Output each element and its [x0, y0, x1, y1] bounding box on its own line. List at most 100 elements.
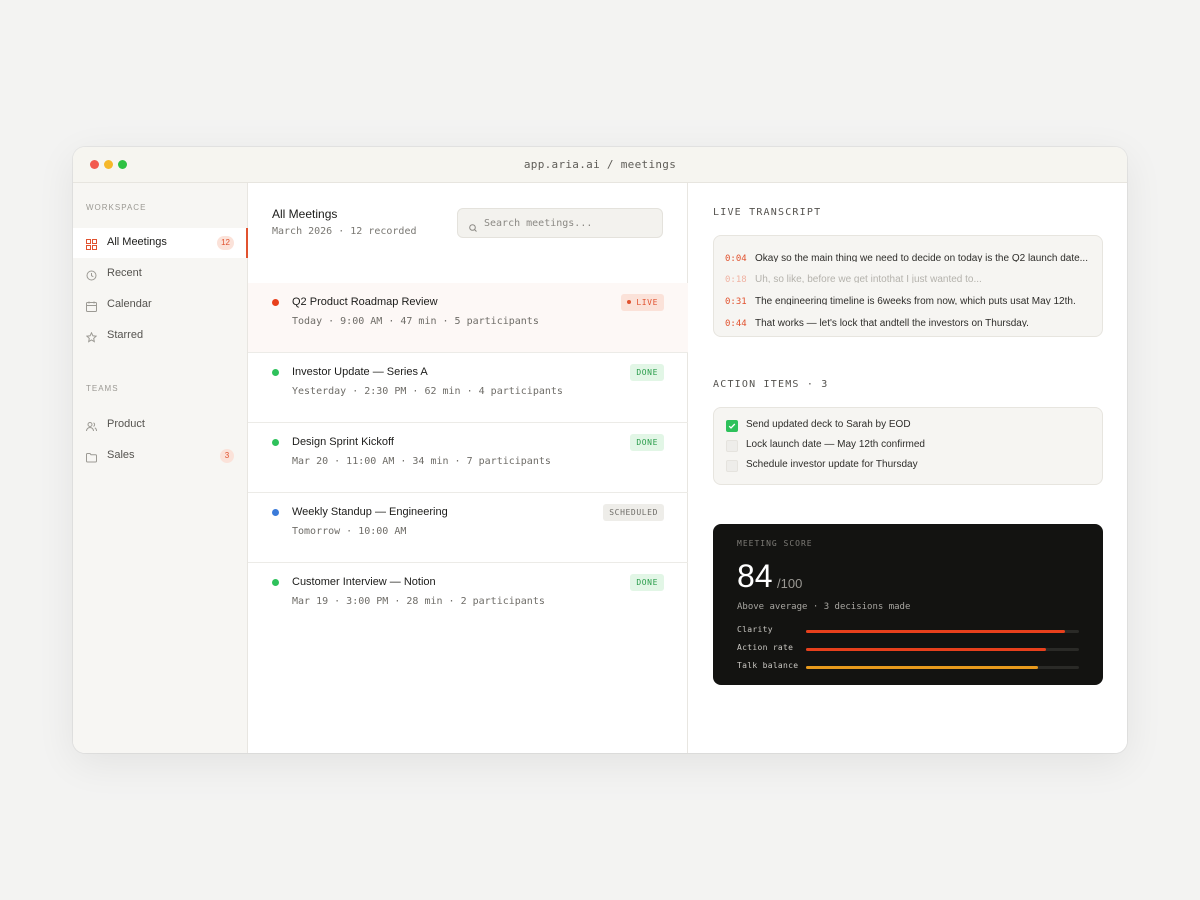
transcript-timestamp: 0:44 — [725, 319, 747, 327]
transcript-line[interactable]: 0:04 Okay so the main thing we need to de… — [725, 248, 1095, 262]
transcript-timestamp: 0:18 — [725, 275, 747, 283]
status-badge-label: LIVE — [636, 298, 658, 307]
status-dot — [272, 369, 279, 376]
meeting-meta: Yesterday · 2:30 PM · 62 min · 4 partici… — [292, 386, 563, 397]
action-item: Schedule investor update for Thursday — [726, 459, 1096, 473]
transcript-line[interactable]: 0:18 Uh, so like, before we get intothat … — [725, 269, 1095, 283]
count-badge: 12 — [217, 236, 234, 250]
transcript-line[interactable]: 0:31 The engineering timeline is 6weeks f… — [725, 291, 1095, 305]
sidebar-item-sales[interactable]: Sales 3 — [73, 441, 248, 471]
action-item-label: Schedule investor update for Thursday — [746, 459, 918, 470]
score-description: Above average · 3 decisions made — [737, 602, 911, 612]
search-box[interactable] — [457, 208, 663, 238]
status-dot — [272, 439, 279, 446]
status-badge: DONE — [630, 574, 664, 591]
metric-track — [806, 648, 1079, 651]
search-icon — [469, 219, 477, 232]
transcript-timestamp: 0:31 — [725, 297, 747, 305]
meeting-list-panel: All Meetings March 2026 · 12 recorded Q2… — [248, 183, 688, 753]
sidebar: WORKSPACE All Meetings 12 Recent Calenda… — [73, 183, 248, 753]
meeting-meta: Today · 9:00 AM · 47 min · 5 participant… — [292, 316, 539, 327]
sidebar-item-label: All Meetings — [107, 236, 167, 248]
meeting-row[interactable]: Weekly Standup — Engineering Tomorrow · … — [248, 493, 688, 563]
status-badge: SCHEDULED — [603, 504, 664, 521]
action-item-checkbox[interactable] — [726, 440, 738, 452]
meeting-title: Investor Update — Series A — [292, 366, 428, 378]
address-bar: app.aria.ai / meetings — [523, 158, 677, 171]
meeting-row[interactable]: Q2 Product Roadmap Review Today · 9:00 A… — [248, 283, 688, 353]
metric-talk-balance: Talk balance — [737, 661, 1079, 673]
metric-track — [806, 630, 1079, 633]
metric-label: Talk balance — [737, 661, 799, 670]
metric-action-rate: Action rate — [737, 643, 1079, 655]
sidebar-item-label: Product — [107, 418, 145, 430]
transcript-line[interactable]: 0:44 That works — let's lock that andtell… — [725, 313, 1095, 327]
sidebar-item-recent[interactable]: Recent — [73, 259, 248, 289]
app-window: app.aria.ai / meetings WORKSPACE All Mee… — [73, 147, 1127, 753]
action-item: Send updated deck to Sarah by EOD — [726, 419, 1096, 433]
meeting-title: Customer Interview — Notion — [292, 576, 436, 588]
metric-label: Clarity — [737, 625, 773, 634]
sidebar-item-label: Starred — [107, 329, 144, 341]
teams-section-label: TEAMS — [86, 384, 119, 393]
action-item: Lock launch date — May 12th confirmed — [726, 439, 1096, 453]
live-transcript-heading: LIVE TRANSCRIPT — [713, 207, 822, 218]
transcript-text: Okay so the main thing we need to decide… — [755, 253, 1088, 262]
meeting-meta: Mar 19 · 3:00 PM · 28 min · 2 participan… — [292, 596, 545, 607]
status-dot — [272, 299, 279, 306]
status-badge: DONE — [630, 434, 664, 451]
metric-track — [806, 666, 1079, 669]
page-subtitle: March 2026 · 12 recorded — [272, 226, 417, 237]
score-max: /100 — [777, 576, 803, 591]
status-badge: DONE — [630, 364, 664, 381]
calendar-icon — [86, 299, 97, 312]
action-items-box: Send updated deck to Sarah by EOD Lock l… — [713, 407, 1103, 485]
grid-icon — [86, 237, 97, 250]
sidebar-item-calendar[interactable]: Calendar — [73, 290, 248, 320]
workspace-section-label: WORKSPACE — [86, 203, 147, 212]
metric-fill — [806, 666, 1039, 669]
meeting-score-card: MEETING SCORE 84 /100 Above average · 3 … — [713, 524, 1103, 685]
search-input[interactable] — [484, 215, 654, 231]
live-indicator-dot — [627, 300, 632, 304]
action-item-label: Send updated deck to Sarah by EOD — [746, 419, 911, 430]
meeting-row[interactable]: Investor Update — Series A Yesterday · 2… — [248, 353, 688, 423]
action-item-checkbox[interactable] — [726, 420, 738, 432]
metric-clarity: Clarity — [737, 625, 1079, 637]
transcript-text: The engineering timeline is 6weeks from … — [755, 296, 1076, 305]
star-icon — [85, 330, 98, 343]
action-item-checkbox[interactable] — [726, 460, 738, 472]
sidebar-item-label: Sales — [107, 449, 135, 461]
metric-fill — [806, 648, 1047, 651]
sidebar-item-label: Calendar — [107, 298, 152, 310]
score-value: 84 — [737, 558, 773, 594]
status-dot — [272, 509, 279, 516]
clock-icon — [86, 268, 97, 281]
transcript-text: Uh, so like, before we get intothat I ju… — [755, 274, 982, 283]
sidebar-item-product[interactable]: Product — [73, 410, 248, 440]
meeting-title: Q2 Product Roadmap Review — [292, 296, 438, 308]
page-title: All Meetings — [272, 207, 338, 221]
meeting-title: Design Sprint Kickoff — [292, 436, 394, 448]
meeting-row[interactable]: Design Sprint Kickoff Mar 20 · 11:00 AM … — [248, 423, 688, 493]
meeting-title: Weekly Standup — Engineering — [292, 506, 448, 518]
metric-fill — [806, 630, 1066, 633]
status-badge: LIVE — [621, 294, 664, 311]
sidebar-item-label: Recent — [107, 267, 142, 279]
action-items-heading: ACTION ITEMS · 3 — [713, 379, 829, 390]
transcript-text: That works — let's lock that andtell the… — [755, 318, 1029, 327]
meeting-row[interactable]: Customer Interview — Notion Mar 19 · 3:0… — [248, 563, 688, 633]
count-badge: 3 — [220, 449, 234, 463]
users-icon — [86, 419, 97, 432]
sidebar-item-all-meetings[interactable]: All Meetings 12 — [73, 228, 248, 258]
sidebar-item-starred[interactable]: Starred — [73, 321, 248, 351]
transcript-box: 0:04 Okay so the main thing we need to de… — [713, 235, 1103, 337]
meeting-meta: Mar 20 · 11:00 AM · 34 min · 7 participa… — [292, 456, 551, 467]
title-bar: app.aria.ai / meetings — [73, 147, 1127, 183]
folder-icon — [86, 450, 97, 463]
action-item-label: Lock launch date — May 12th confirmed — [746, 439, 925, 450]
checkmark-icon — [728, 423, 736, 429]
status-dot — [272, 579, 279, 586]
score-heading: MEETING SCORE — [737, 539, 813, 548]
meeting-detail-panel: LIVE TRANSCRIPT 0:04 Okay so the main thi… — [688, 183, 1127, 753]
